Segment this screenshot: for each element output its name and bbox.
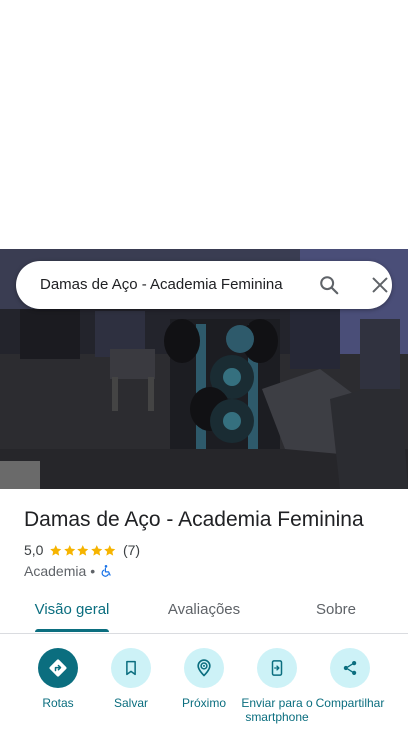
nearby-label: Próximo <box>181 696 226 710</box>
separator: • <box>90 563 96 579</box>
wheelchair-accessible-icon <box>101 565 111 577</box>
search-icon[interactable] <box>318 274 340 296</box>
map-area-blank <box>0 0 408 249</box>
rating-row[interactable]: 5,0 (7) <box>24 541 140 559</box>
directions-icon <box>49 659 67 677</box>
star-icon <box>50 544 62 556</box>
share-button[interactable]: Compartilhar <box>312 648 388 710</box>
star-icon <box>91 544 103 556</box>
search-input[interactable]: Damas de Aço - Academia Feminina <box>40 261 292 309</box>
action-bar: Rotas Salvar Próximo Enviar para o smart… <box>0 634 408 738</box>
star-icon <box>104 544 116 556</box>
save-label: Salvar <box>113 696 148 710</box>
star-rating <box>49 544 117 557</box>
share-label: Compartilhar <box>315 696 385 710</box>
tab-reviews[interactable]: Avaliações <box>148 592 260 632</box>
search-bar[interactable]: Damas de Aço - Academia Feminina <box>16 261 392 309</box>
place-title: Damas de Aço - Academia Feminina <box>24 508 364 531</box>
tab-overview[interactable]: Visão geral <box>16 592 128 632</box>
share-button-circle[interactable] <box>330 648 370 688</box>
nearby-button-circle[interactable] <box>184 648 224 688</box>
send-to-phone-icon <box>271 660 283 676</box>
send-to-phone-label: Enviar para o smartphone <box>241 696 313 724</box>
tab-about[interactable]: Sobre <box>280 592 392 632</box>
active-tab-indicator <box>35 629 109 632</box>
place-category: Academia <box>24 563 87 579</box>
directions-button[interactable]: Rotas <box>20 648 96 710</box>
send-to-phone-button[interactable]: Enviar para o smartphone <box>239 648 315 724</box>
star-icon <box>77 544 89 556</box>
share-icon <box>343 661 357 675</box>
star-icon <box>64 544 76 556</box>
category-row: Academia • <box>24 562 113 580</box>
save-button-circle[interactable] <box>111 648 151 688</box>
rating-value: 5,0 <box>24 542 44 558</box>
nearby-icon <box>197 659 211 677</box>
save-button[interactable]: Salvar <box>93 648 169 710</box>
bookmark-icon <box>126 660 136 676</box>
nearby-button[interactable]: Próximo <box>166 648 242 710</box>
send-to-phone-button-circle[interactable] <box>257 648 297 688</box>
place-tabs: Visão geral Avaliações Sobre <box>0 592 408 634</box>
directions-button-circle[interactable] <box>38 648 78 688</box>
review-count[interactable]: (7) <box>123 542 140 558</box>
close-icon[interactable] <box>369 274 391 296</box>
directions-label: Rotas <box>42 696 74 710</box>
